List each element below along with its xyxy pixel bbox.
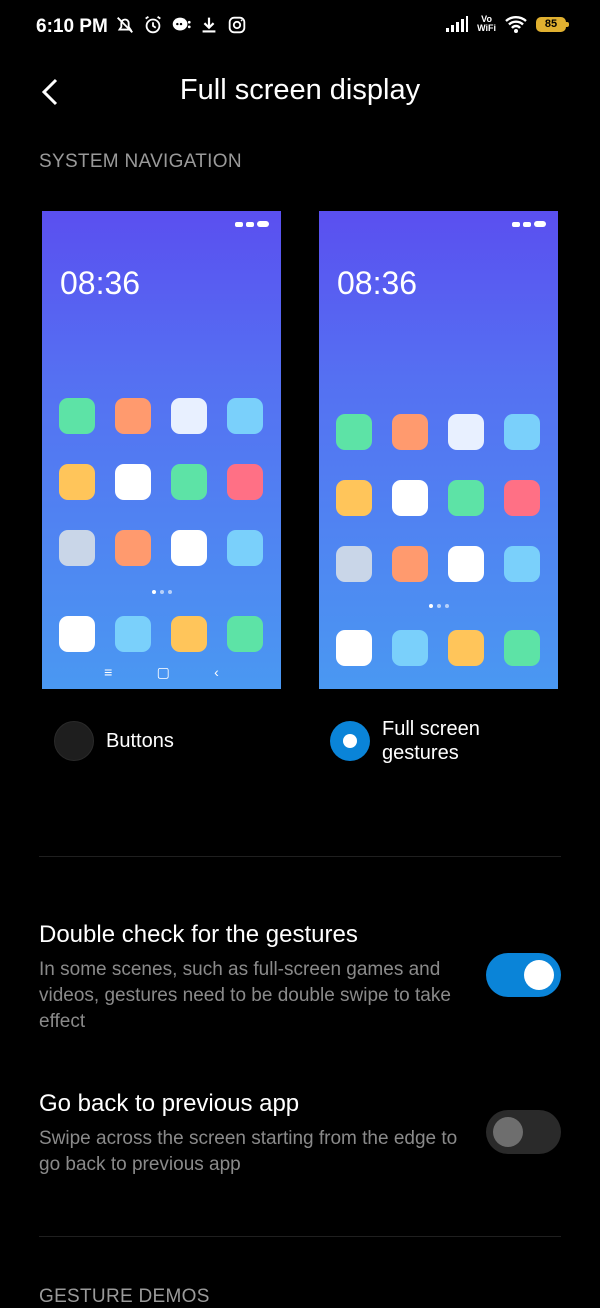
battery-indicator: 85 [536,16,569,32]
preview-full-screen-gestures[interactable]: 08:36 [319,211,558,689]
app-icon [171,398,207,434]
app-icon [59,398,95,434]
section-label-gesture-demos: GESTURE DEMOS [39,1286,210,1307]
setting-description: Swipe across the screen starting from th… [39,1128,458,1175]
app-icon [504,480,540,516]
status-system-icons: Vo WiFi 85 [445,14,569,34]
divider [39,856,561,857]
app-icon [336,480,372,516]
app-icon [171,464,207,500]
preview-dock [336,630,540,666]
instagram-icon [228,16,246,34]
mute-notifications-icon [117,17,133,33]
setting-go-back-previous-app: Go back to previous app Swipe across the… [39,1090,469,1178]
app-icon [59,616,95,652]
preview-app-grid [59,398,263,566]
app-icon [504,546,540,582]
app-icon [392,480,428,516]
app-icon [336,630,372,666]
option-label-buttons: Buttons [106,730,174,752]
page-dots [319,604,558,608]
app-icon [504,630,540,666]
option-label-full-screen-gestures: Full screen gestures [382,718,480,764]
radio-full-screen-gestures[interactable] [330,721,370,761]
app-icon [227,464,263,500]
setting-description: In some scenes, such as full-screen game… [39,959,451,1032]
option-buttons[interactable]: Buttons [54,721,174,761]
status-notification-icons [114,14,248,36]
download-icon [202,17,216,33]
radio-buttons[interactable] [54,721,94,761]
app-icon [227,530,263,566]
app-icon [115,398,151,434]
vowifi-indicator: Vo WiFi [477,14,496,33]
toggle-double-check-gestures[interactable] [486,953,561,997]
app-icon [59,530,95,566]
status-time: 6:10 PM [36,16,108,37]
option-full-screen-gestures[interactable]: Full screen gestures [330,717,480,765]
preview-app-grid [336,414,540,582]
status-bar: 6:10 PM Vo WiFi 85 [0,0,600,56]
app-icon [171,530,207,566]
toggle-knob [493,1117,523,1147]
back-key-icon: ‹ [214,664,219,680]
chat-icon [172,17,191,31]
setting-title: Go back to previous app [39,1090,300,1117]
setting-title: Double check for the gestures [39,921,358,948]
app-icon [448,546,484,582]
app-icon [392,414,428,450]
home-key-icon: ▢ [156,664,170,680]
alarm-icon [145,15,161,34]
app-icon [336,546,372,582]
app-icon [336,414,372,450]
preview-buttons[interactable]: 08:36 ≡ ▢ ‹ [42,211,281,689]
signal-icon [446,16,469,32]
app-icon [448,480,484,516]
header: Full screen display [0,60,600,122]
app-icon [227,398,263,434]
toggle-knob [524,960,554,990]
preview-nav-keys: ≡ ▢ ‹ [42,664,281,681]
app-icon [115,616,151,652]
app-icon [448,630,484,666]
setting-double-check-gestures: Double check for the gestures In some sc… [39,921,469,1035]
app-icon [392,630,428,666]
app-icon [115,530,151,566]
page-title: Full screen display [179,74,421,106]
app-icon [59,464,95,500]
app-icon [115,464,151,500]
preview-status-icons [512,221,546,227]
app-icon [227,616,263,652]
divider [39,1236,561,1237]
wifi-icon [505,16,527,33]
preview-dock [59,616,263,652]
preview-clock: 08:36 [337,265,418,301]
preview-clock: 08:36 [60,265,141,301]
menu-key-icon: ≡ [104,664,113,680]
preview-status-icons [235,221,269,227]
toggle-go-back-previous-app[interactable] [486,1110,561,1154]
app-icon [504,414,540,450]
section-label-system-navigation: SYSTEM NAVIGATION [39,151,242,172]
app-icon [171,616,207,652]
app-icon [392,546,428,582]
page-dots [42,590,281,594]
app-icon [448,414,484,450]
